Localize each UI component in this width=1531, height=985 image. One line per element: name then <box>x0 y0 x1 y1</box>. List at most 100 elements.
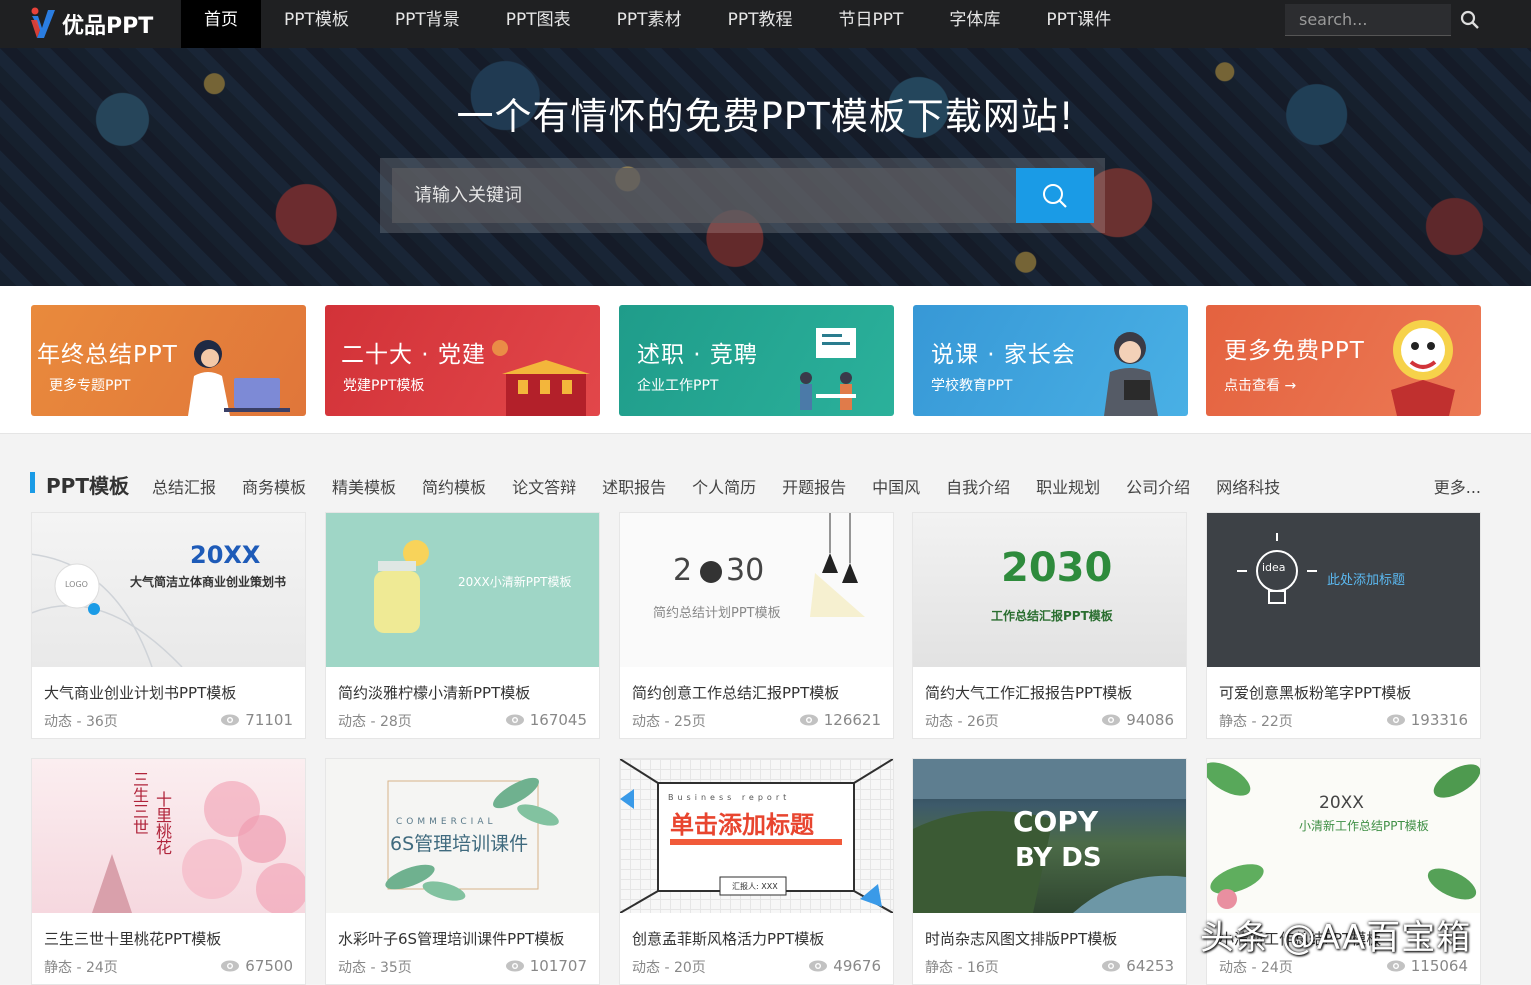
eye-icon <box>221 960 240 972</box>
category-link[interactable]: 述职报告 <box>602 474 666 498</box>
nav-item-home[interactable]: 首页 <box>181 0 261 48</box>
category-link[interactable]: 论文答辩 <box>512 474 576 498</box>
view-count: 167045 <box>529 711 587 729</box>
nav-item-ppt-courseware[interactable]: PPT课件 <box>1023 0 1134 48</box>
template-card[interactable]: 20XX小清新PPT模板 简约淡雅柠檬小清新PPT模板 动态 - 28页 167… <box>325 512 600 739</box>
eye-icon <box>221 714 240 726</box>
category-link[interactable]: 精美模板 <box>332 474 396 498</box>
thumbnail-art <box>700 513 865 617</box>
banner-subtitle: 点击查看 → <box>1224 378 1297 394</box>
card-views: 94086 <box>1101 711 1174 729</box>
category-link[interactable]: 简约模板 <box>422 474 486 498</box>
logo-icon <box>31 7 55 38</box>
thumb-year: 20XX <box>1319 793 1364 813</box>
top-search-input[interactable] <box>1285 4 1451 35</box>
eye-icon <box>505 714 524 726</box>
card-meta: 动态 - 24页 <box>1219 960 1293 976</box>
thumb-reporter: 汇报人: XXX <box>732 882 778 891</box>
category-link[interactable]: 公司介绍 <box>1126 474 1190 498</box>
thumb-heading: 20XX小清新PPT模板 <box>458 575 572 589</box>
category-link[interactable]: 开题报告 <box>782 474 846 498</box>
category-link[interactable]: 总结汇报 <box>152 474 216 498</box>
teacher-illustration <box>1104 332 1158 416</box>
category-bar: PPT模板 总结汇报 商务模板 精美模板 简约模板 论文答辩 述职报告 个人简历… <box>30 470 1481 498</box>
thumb-digit: 2 <box>673 553 693 588</box>
banner-title: 说课 · 家长会 <box>931 342 1076 368</box>
category-link[interactable]: 自我介绍 <box>946 474 1010 498</box>
card-meta: 动态 - 26页 <box>925 714 999 730</box>
template-thumbnail: 2030 工作总结汇报PPT模板 <box>913 513 1186 667</box>
thumb-heading: 6S管理培训课件 <box>390 833 529 855</box>
thumb-digits: 30 <box>726 553 765 588</box>
card-title[interactable]: 水彩叶子6S管理培训课件PPT模板 <box>338 928 593 949</box>
category-more-link[interactable]: 更多... <box>1434 474 1481 498</box>
template-thumbnail: idea 此处添加标题 <box>1207 513 1480 667</box>
category-link[interactable]: 个人简历 <box>692 474 756 498</box>
card-title[interactable]: 可爱创意黑板粉笔字PPT模板 <box>1219 682 1474 703</box>
banner-title: 年终总结PPT <box>37 342 178 368</box>
nav-item-ppt-templates[interactable]: PPT模板 <box>261 0 372 48</box>
nav-item-ppt-materials[interactable]: PPT素材 <box>594 0 705 48</box>
card-title[interactable]: 简约大气工作汇报报告PPT模板 <box>925 682 1180 703</box>
card-views: 167045 <box>505 711 587 729</box>
nav-item-ppt-backgrounds[interactable]: PPT背景 <box>372 0 483 48</box>
banner-year-end-summary[interactable]: 年终总结PPT 更多专题PPT <box>31 305 306 416</box>
card-title[interactable]: 简约淡雅柠檬小清新PPT模板 <box>338 682 593 703</box>
nav-item-ppt-charts[interactable]: PPT图表 <box>483 0 594 48</box>
view-count: 67500 <box>245 957 293 975</box>
template-thumbnail: 20XX 小清新工作总结PPT模板 <box>1207 759 1480 913</box>
tiananmen-illustration <box>492 340 590 416</box>
banner-teaching[interactable]: 说课 · 家长会 学校教育PPT <box>913 305 1188 416</box>
hero-search-input[interactable] <box>392 168 1016 223</box>
category-link[interactable]: 职业规划 <box>1036 474 1100 498</box>
top-navbar: 优品PPT 首页 PPT模板 PPT背景 PPT图表 PPT素材 PPT教程 节… <box>0 0 1531 48</box>
card-meta: 动态 - 36页 <box>44 714 118 730</box>
nav-item-ppt-tutorials[interactable]: PPT教程 <box>705 0 816 48</box>
banner-more-free[interactable]: 更多免费PPT 点击查看 → <box>1206 305 1481 416</box>
template-card[interactable]: 三生三世 十里桃花 三生三世十里桃花PPT模板 静态 - 24页 67500 <box>31 758 306 985</box>
topic-banners: 年终总结PPT 更多专题PPT 二十大 · 党建 党建PPT模板 述职 · 竞聘… <box>0 286 1531 434</box>
eye-icon <box>1386 960 1405 972</box>
template-card[interactable]: COMMERCIAL 6S管理培训课件 水彩叶子6S管理培训课件PPT模板 动态… <box>325 758 600 985</box>
category-link[interactable]: 网络科技 <box>1216 474 1280 498</box>
template-card[interactable]: 2030 工作总结汇报PPT模板 简约大气工作汇报报告PPT模板 动态 - 26… <box>912 512 1187 739</box>
thumb-caption: Business report <box>668 793 791 802</box>
category-title: PPT模板 <box>46 474 129 498</box>
template-card[interactable]: idea 此处添加标题 可爱创意黑板粉笔字PPT模板 静态 - 22页 1933… <box>1206 512 1481 739</box>
card-title[interactable]: 创意孟菲斯风格活力PPT模板 <box>632 928 887 949</box>
card-title[interactable]: 三生三世十里桃花PPT模板 <box>44 928 299 949</box>
thumb-heading: 小清新工作总结PPT模板 <box>1299 819 1429 833</box>
category-link[interactable]: 商务模板 <box>242 474 306 498</box>
category-link[interactable]: 中国风 <box>872 474 920 498</box>
card-title[interactable]: 大气商业创业计划书PPT模板 <box>44 682 299 703</box>
watermark-text: 头条 @AA百宝箱 <box>1200 918 1472 958</box>
template-card[interactable]: 2 30 简约总结计划PPT模板 简约创意工作总结汇报PPT模板 动态 - 25… <box>619 512 894 739</box>
banner-job-report[interactable]: 述职 · 竞聘 企业工作PPT <box>619 305 894 416</box>
thumb-idea: idea <box>1262 561 1286 574</box>
template-card[interactable]: 20XX 大气简洁立体商业创业策划书 LOGO 大气商业创业计划书PPT模板 动… <box>31 512 306 739</box>
view-count: 71101 <box>245 711 293 729</box>
banner-title: 更多免费PPT <box>1224 338 1365 364</box>
banner-party-building[interactable]: 二十大 · 党建 党建PPT模板 <box>325 305 600 416</box>
hero-search-button[interactable] <box>1016 168 1094 223</box>
template-thumbnail: COPY BY DS <box>913 759 1186 913</box>
thumb-year: 2030 <box>1001 545 1113 591</box>
hero-title: 一个有情怀的免费PPT模板下载网站! <box>456 95 1075 138</box>
nav-item-holiday-ppt[interactable]: 节日PPT <box>815 0 926 48</box>
card-title[interactable]: 简约创意工作总结汇报PPT模板 <box>632 682 887 703</box>
card-views: 49676 <box>808 957 881 975</box>
card-title[interactable]: 时尚杂志风图文排版PPT模板 <box>925 928 1180 949</box>
thumbnail-art <box>32 553 183 667</box>
hero-banner: 一个有情怀的免费PPT模板下载网站! <box>0 48 1531 286</box>
template-thumbnail: 20XX 大气简洁立体商业创业策划书 LOGO <box>32 513 305 667</box>
thumbnail-art <box>374 540 429 633</box>
lion-dance-illustration <box>1391 320 1455 416</box>
hero-search-box <box>380 158 1105 233</box>
nav-item-fonts[interactable]: 字体库 <box>926 0 1023 48</box>
template-card[interactable]: Business report 单击添加标题 汇报人: XXX 创意孟菲斯风格活… <box>619 758 894 985</box>
search-icon[interactable] <box>1460 10 1480 30</box>
template-card[interactable]: COPY BY DS 时尚杂志风图文排版PPT模板 静态 - 16页 64253 <box>912 758 1187 985</box>
thumbnail-art <box>1207 762 1480 909</box>
card-meta: 静态 - 16页 <box>925 960 999 976</box>
site-logo[interactable]: 优品PPT <box>28 4 153 44</box>
